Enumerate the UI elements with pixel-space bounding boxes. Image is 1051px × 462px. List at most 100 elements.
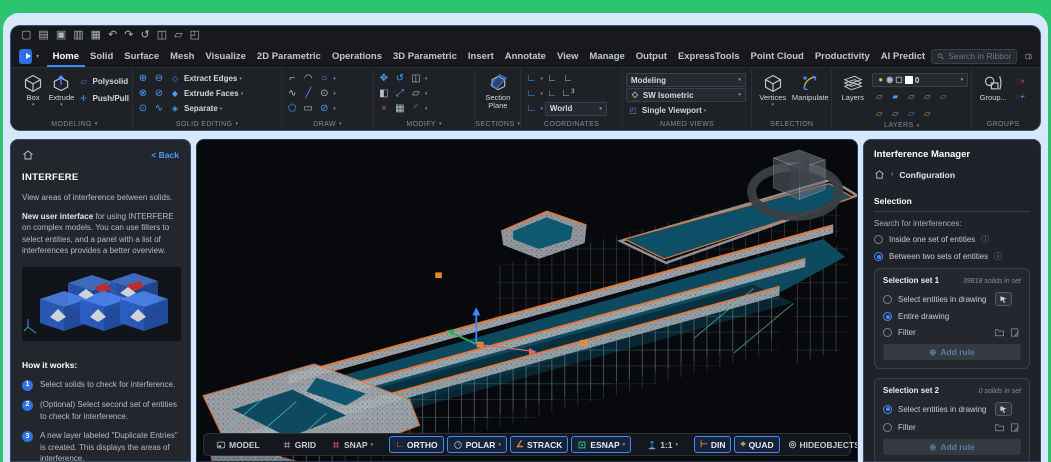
ribbon-panel-toggle-icon[interactable] — [1025, 50, 1032, 63]
panel-label-draw[interactable]: DRAW▾ — [285, 118, 370, 130]
set1-filter-option[interactable]: Filter — [883, 327, 1021, 338]
plot-icon[interactable]: ▦ — [91, 30, 101, 41]
set1-pick-entities-button[interactable] — [995, 292, 1012, 306]
redo-icon[interactable]: ↷ — [124, 30, 133, 41]
layer-thaw-icon[interactable]: ▱ — [872, 107, 886, 120]
tab-solid[interactable]: Solid — [85, 45, 119, 67]
set2-add-rule-button[interactable]: ⊕ Add rule — [883, 439, 1021, 455]
interfere-icon[interactable]: ⊙ — [136, 102, 150, 115]
panel-label-modify[interactable]: MODIFY▾ — [377, 118, 472, 130]
ribbon-search-input[interactable] — [948, 51, 1011, 61]
view-direction-dropdown[interactable]: ◇ SW Isometric▾ — [626, 88, 746, 102]
subtract-icon[interactable]: ⊖ — [152, 72, 166, 85]
model-button[interactable]: MODEL — [210, 436, 266, 453]
option-inside-one-set[interactable]: Inside one set of entities ⓘ — [874, 234, 1030, 245]
fillet-icon[interactable]: ◜ — [409, 102, 423, 115]
circle-icon[interactable]: ○ — [317, 72, 331, 85]
set1-select-entities-radio[interactable] — [883, 295, 892, 304]
section-plane-button[interactable]: Section Plane — [480, 71, 516, 111]
help-home-icon[interactable] — [22, 149, 34, 161]
ucs-world-icon[interactable]: ∟ — [524, 102, 538, 115]
ucs-origin-icon[interactable]: ∟ — [545, 87, 559, 100]
set2-filter-radio[interactable] — [883, 423, 892, 432]
group-button[interactable]: Group... — [975, 71, 1011, 102]
layer-off-icon[interactable]: ▱ — [920, 90, 934, 103]
extract-edges-button[interactable]: Extract Edges — [184, 74, 237, 83]
scale-entity-icon[interactable]: ⤢ — [393, 87, 407, 100]
intersect-icon[interactable]: ⊗ — [136, 87, 150, 100]
move-icon[interactable]: ✥ — [377, 72, 391, 85]
box-button[interactable]: Box▾ — [20, 71, 46, 109]
app-menu-button[interactable] — [19, 49, 32, 64]
tab-2d-parametric[interactable]: 2D Parametric — [251, 45, 326, 67]
slice-icon[interactable]: ⊘ — [152, 87, 166, 100]
erase-icon[interactable]: × — [377, 102, 391, 115]
quad-button[interactable]: ⌖ QUAD — [734, 436, 779, 453]
set1-edit-filter-icon[interactable] — [1010, 327, 1021, 338]
layer-dropdown[interactable]: ● ◉ ▢ 0▾ — [872, 73, 968, 87]
layer-freeze-all-icon[interactable]: ▱ — [904, 90, 918, 103]
tab-output[interactable]: Output — [630, 45, 672, 67]
group-edit-icon[interactable]: ◌+ — [1013, 90, 1027, 103]
panel-label-layers[interactable]: LAYERS▾ — [835, 121, 968, 130]
set1-add-rule-button[interactable]: ⊕ Add rule — [883, 344, 1021, 360]
layer-unlock-icon[interactable]: ▱ — [888, 107, 902, 120]
ucs-face-icon[interactable]: ∟ — [545, 72, 559, 85]
ellipse-icon[interactable]: ⊙ — [317, 87, 331, 100]
polyline-icon[interactable]: ⌐ — [285, 72, 299, 85]
ribbon-search[interactable] — [931, 49, 1017, 64]
tab-manage[interactable]: Manage — [584, 45, 630, 67]
panel-label-modeling[interactable]: MODELING▾ — [20, 118, 129, 130]
layer-isolate-icon[interactable]: ▱ — [872, 90, 886, 103]
set2-filter-option[interactable]: Filter — [883, 422, 1021, 433]
rectangle-icon[interactable]: ▭ — [301, 102, 315, 115]
spline-icon[interactable]: ∿ — [285, 87, 299, 100]
tab-ai-predict[interactable]: AI Predict — [875, 45, 930, 67]
layer-set-current-icon[interactable]: ▰ — [888, 90, 902, 103]
view-mode-dropdown[interactable]: Modeling▾ — [626, 73, 746, 87]
tab-productivity[interactable]: Productivity — [809, 45, 875, 67]
paste-icon[interactable]: ▱ — [174, 30, 182, 41]
set2-pick-entities-button[interactable] — [995, 402, 1012, 416]
layer-states-icon[interactable]: ▱ — [904, 107, 918, 120]
polysolid-button[interactable]: ▱Polysolid — [77, 74, 129, 89]
ucs-view-icon[interactable]: ∟ — [561, 72, 575, 85]
array-icon[interactable]: ▦ — [393, 102, 407, 115]
set1-entire-drawing-option[interactable]: Entire drawing — [883, 312, 1021, 321]
din-button[interactable]: ⊢ DIN — [694, 436, 731, 453]
back-link[interactable]: < Back — [151, 149, 179, 161]
breadcrumb-home-icon[interactable] — [874, 169, 885, 180]
line-icon[interactable]: ╱ — [301, 87, 315, 100]
viewport-config-button[interactable]: ◰ Single Viewport▾ — [626, 103, 706, 118]
tab-mesh[interactable]: Mesh — [165, 45, 200, 67]
extrude-button[interactable]: Extrude▾ — [48, 71, 74, 109]
export-icon[interactable]: ◰ — [190, 30, 200, 41]
regen-icon[interactable]: ↺ — [140, 30, 149, 41]
set2-select-entities-option[interactable]: Select entities in drawing — [883, 402, 1021, 416]
undo-icon[interactable]: ↶ — [108, 30, 117, 41]
separate-button[interactable]: Separate — [184, 104, 218, 113]
panel-label-solid-editing[interactable]: SOLID EDITING▾ — [136, 118, 278, 130]
twist-icon[interactable]: ∿ — [152, 102, 166, 115]
rotate-icon[interactable]: ↺ — [393, 72, 407, 85]
tab-insert[interactable]: Insert — [462, 45, 499, 67]
mirror-icon[interactable]: ◧ — [377, 87, 391, 100]
open-icon[interactable]: ▤ — [38, 30, 48, 41]
polar-button[interactable]: POLAR▾ — [447, 436, 507, 453]
ungroup-icon[interactable]: ◌× — [1013, 75, 1027, 88]
inside-one-set-radio[interactable] — [874, 235, 883, 244]
set1-load-filter-icon[interactable] — [994, 327, 1005, 338]
save-icon[interactable]: ▣ — [56, 30, 66, 41]
between-two-sets-radio[interactable] — [874, 252, 883, 261]
app-menu-chevron-icon[interactable]: ▾ — [36, 53, 39, 60]
ortho-button[interactable]: ∟ ORTHO — [389, 436, 444, 453]
ucs-dropdown[interactable]: World▾ — [545, 102, 607, 116]
drawing-viewport[interactable]: MODEL GRID SNAP▾ ∟ ORTHO PO — [196, 139, 858, 462]
copy-icon[interactable]: ◫ — [157, 30, 167, 41]
ucs-z-axis-icon[interactable]: ∟³ — [561, 87, 575, 100]
panel-label-sections[interactable]: SECTIONS▾ — [478, 118, 517, 130]
copy-entity-icon[interactable]: ◫ — [409, 72, 423, 85]
set1-entire-drawing-radio[interactable] — [883, 312, 892, 321]
new-drawing-icon[interactable]: ▢ — [21, 30, 31, 41]
ucs-icon[interactable]: ∟ — [524, 72, 538, 85]
